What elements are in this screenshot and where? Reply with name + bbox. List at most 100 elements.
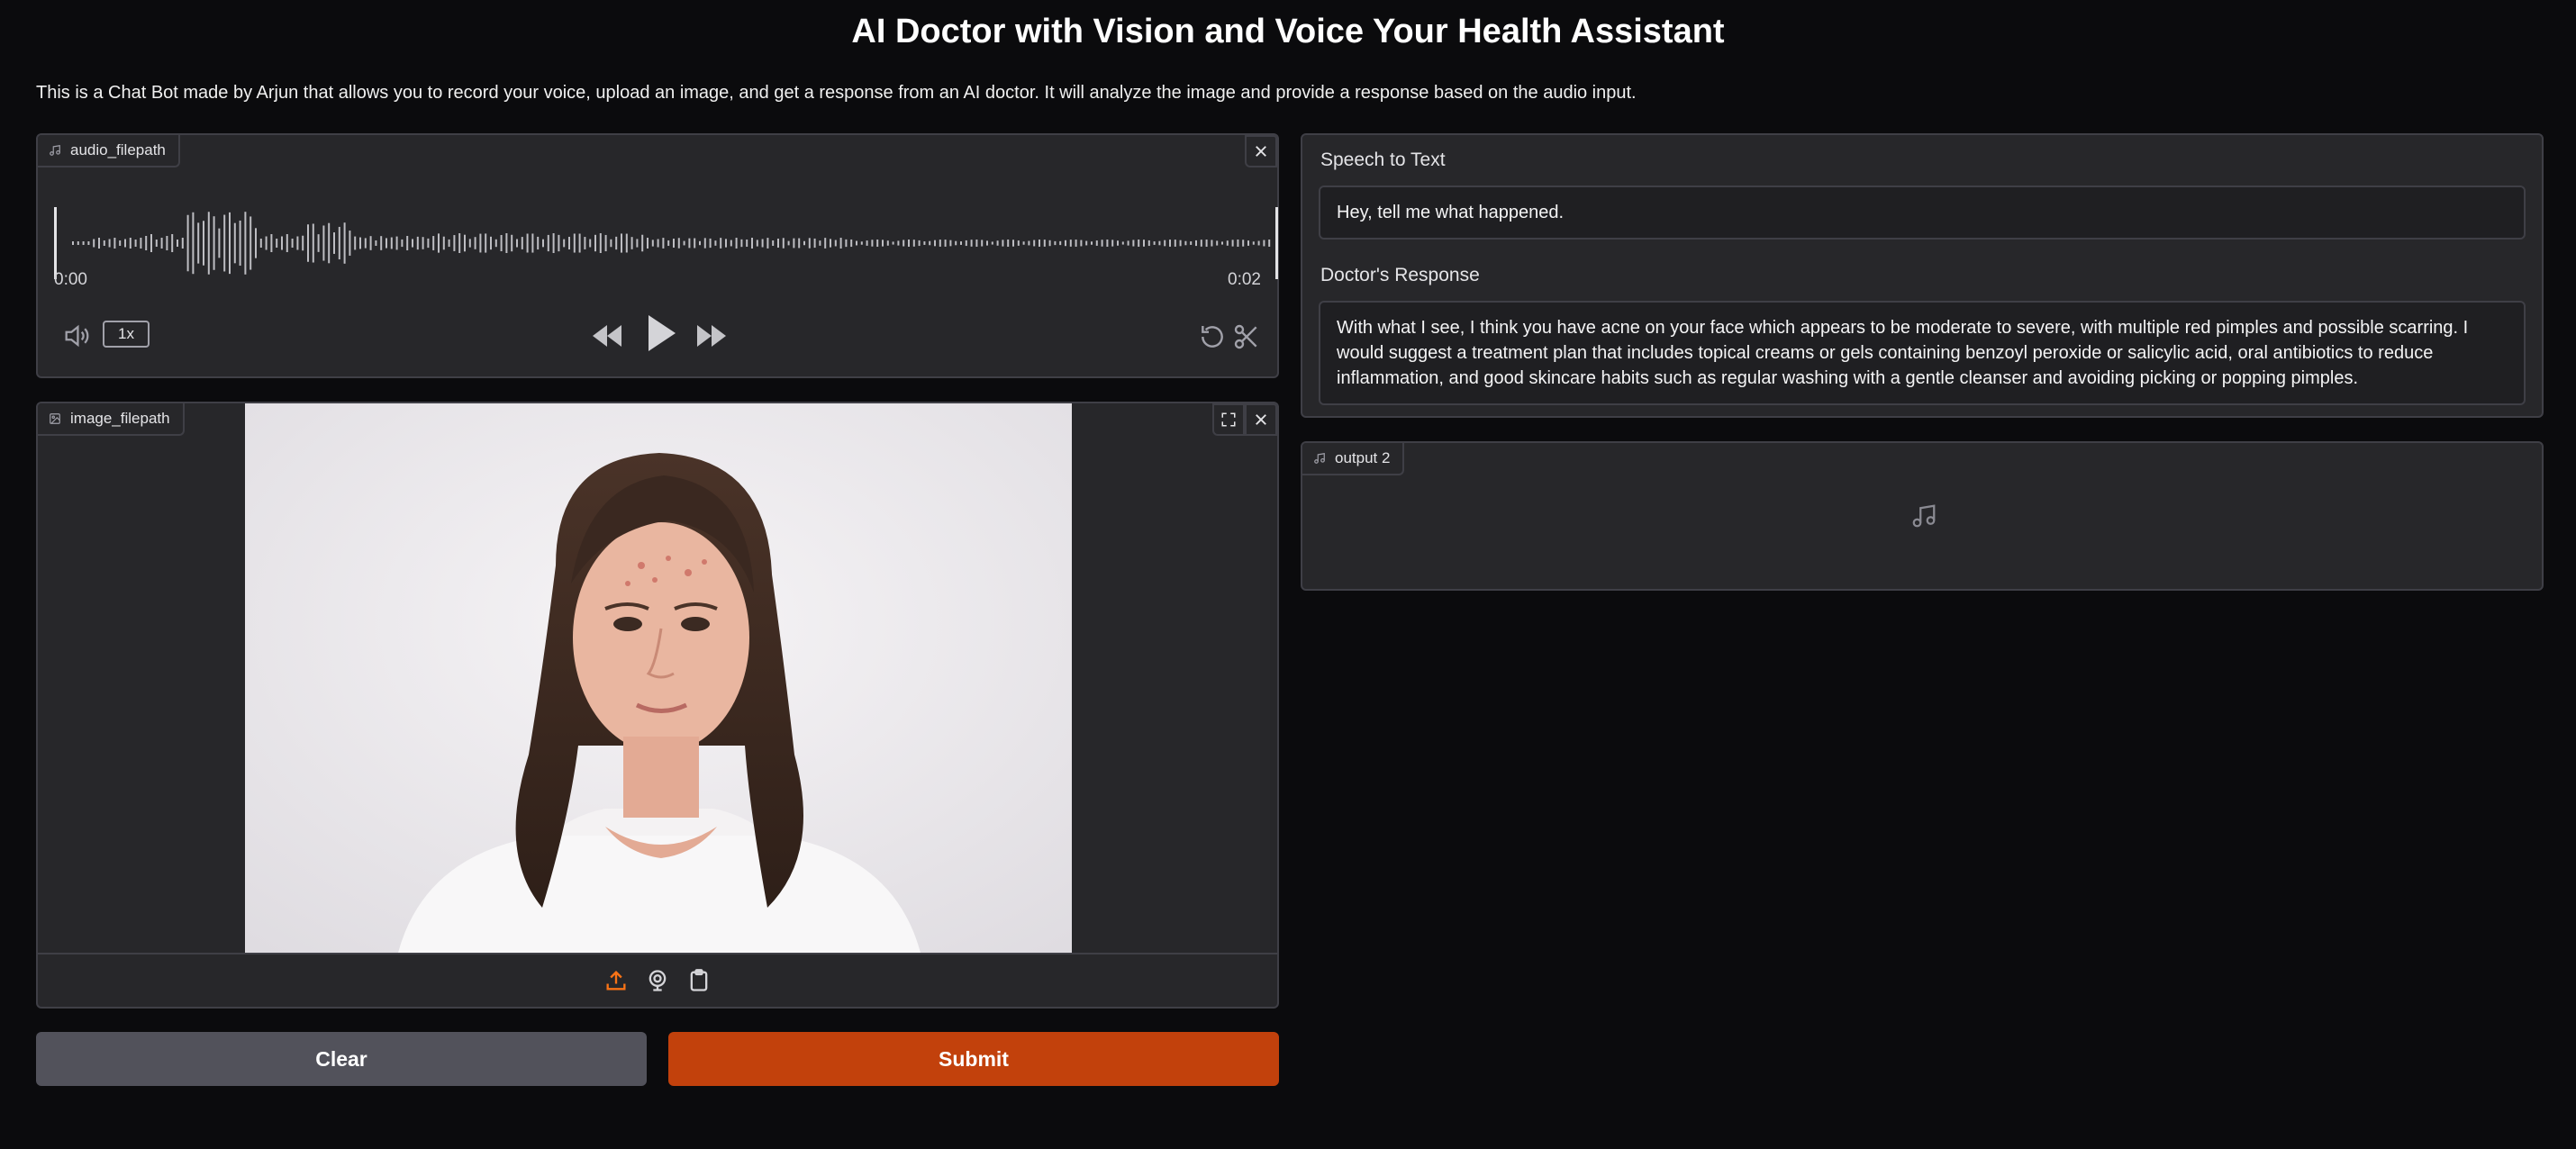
waveform-bar (464, 234, 466, 252)
waveform-bar (328, 222, 331, 264)
waveform-bar (140, 238, 142, 249)
music-note-icon (1314, 453, 1325, 464)
waveform-bar (886, 240, 889, 246)
waveform-bar (1091, 241, 1093, 245)
upload-button[interactable] (603, 968, 629, 993)
speech-to-text-label: Speech to Text (1320, 149, 1446, 170)
waveform-bar (1033, 240, 1036, 247)
audio-output-panel: output 2 (1301, 441, 2544, 591)
waveform-bar (599, 233, 602, 253)
waveform-bar (1268, 240, 1271, 247)
waveform-bar (975, 240, 978, 247)
waveform-bar (657, 239, 659, 248)
waveform-bar (563, 239, 566, 248)
audio-label-tag: audio_filepath (38, 135, 180, 167)
waveform-bar (1195, 240, 1197, 247)
image-clear-button[interactable] (1245, 403, 1277, 436)
waveform-bar (369, 236, 372, 250)
waveform-bar (500, 234, 503, 252)
waveform-bar (364, 238, 367, 249)
waveform-bar (1263, 240, 1265, 247)
audio-waveform[interactable] (54, 189, 1279, 297)
waveform-start-marker[interactable] (54, 207, 57, 279)
waveform-bar (1147, 240, 1150, 247)
waveform-bar (259, 239, 262, 248)
doctor-response-field[interactable]: With what I see, I think you have acne o… (1319, 301, 2526, 405)
waveform-bar (385, 238, 387, 249)
waveform-bar (203, 221, 204, 266)
waveform-bar (630, 237, 633, 249)
waveform-bar (756, 240, 758, 247)
reset-button[interactable] (1198, 322, 1227, 351)
waveform-bar (1174, 240, 1176, 247)
waveform-bar (207, 212, 210, 275)
waveform-bar (903, 240, 905, 247)
image-label: image_filepath (70, 410, 170, 427)
waveform-bar (438, 233, 440, 253)
waveform-bar (1039, 240, 1040, 247)
skip-backward-button[interactable] (589, 321, 625, 351)
playback-speed-button[interactable]: 1x (103, 321, 150, 348)
waveform-bar (688, 238, 691, 249)
waveform-bar (177, 240, 178, 247)
speech-to-text-field[interactable]: Hey, tell me what happened. (1319, 185, 2526, 240)
waveform-bar (1247, 240, 1249, 246)
waveform-bar (380, 236, 383, 250)
waveform-bar (641, 234, 644, 252)
waveform-bar (1121, 241, 1124, 245)
waveform-bar (813, 238, 816, 249)
waveform-bar (834, 240, 837, 247)
close-icon (1256, 414, 1266, 425)
waveform-bar (72, 241, 74, 245)
clear-button[interactable]: Clear (36, 1032, 647, 1086)
fast-forward-icon (697, 325, 726, 347)
waveform-bar (1065, 240, 1066, 247)
fullscreen-button[interactable] (1212, 403, 1245, 436)
waveform-bar (1080, 240, 1083, 247)
waveform-bar (1132, 240, 1135, 247)
waveform-bar (192, 212, 195, 275)
audio-label: audio_filepath (70, 141, 166, 158)
skip-forward-button[interactable] (694, 321, 730, 351)
submit-button[interactable]: Submit (668, 1032, 1279, 1086)
waveform-bar (145, 236, 148, 250)
audio-clear-button[interactable] (1245, 135, 1277, 167)
waveform-bar (782, 238, 785, 249)
waveform-bar (87, 241, 90, 245)
waveform-bar (683, 240, 685, 246)
audio-time-start: 0:00 (54, 270, 87, 289)
waveform-bar (908, 240, 910, 247)
waveform-bar (113, 238, 116, 249)
waveform-bar (746, 239, 748, 248)
waveform-end-marker[interactable] (1275, 207, 1278, 279)
play-button[interactable] (643, 312, 679, 355)
waveform-bar (244, 212, 247, 275)
waveform-bar (155, 240, 158, 247)
waveform-bar (856, 240, 857, 246)
waveform-bar (845, 239, 848, 248)
waveform-bar (1017, 240, 1020, 246)
waveform-bar (918, 240, 921, 247)
scissors-icon (1234, 324, 1257, 349)
waveform-bar (955, 240, 957, 246)
waveform-bar (1085, 240, 1088, 246)
waveform-bar (808, 238, 811, 249)
clipboard-icon (690, 969, 708, 991)
waveform-bar (636, 239, 639, 248)
waveform-bar (375, 240, 377, 247)
waveform-bar (787, 240, 790, 246)
waveform-bar (766, 238, 769, 249)
waveform-bar (578, 233, 581, 253)
waveform-bar (296, 236, 299, 250)
webcam-button[interactable] (645, 968, 670, 993)
trim-button[interactable] (1232, 322, 1261, 351)
waveform-bar (547, 234, 549, 252)
fullscreen-icon (1221, 412, 1236, 427)
waveform-bar (1002, 240, 1004, 247)
upload-icon (606, 971, 626, 991)
volume-button[interactable] (61, 321, 92, 351)
waveform-bar (714, 240, 717, 246)
waveform-bar (265, 236, 268, 250)
clipboard-button[interactable] (686, 968, 712, 993)
waveform-bar (725, 239, 727, 248)
